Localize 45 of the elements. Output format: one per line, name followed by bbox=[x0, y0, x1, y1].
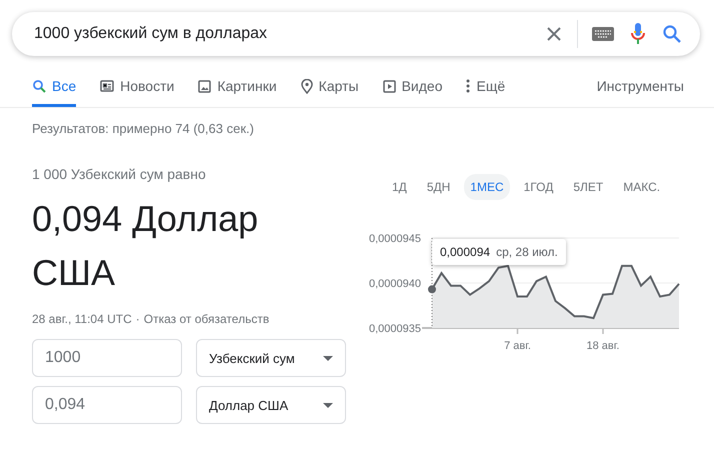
conversion-caption: 1 000 Узбекский сум равно bbox=[32, 166, 207, 182]
range-tab[interactable]: 5ЛЕТ bbox=[567, 174, 610, 200]
range-tab[interactable]: 1Д bbox=[386, 174, 413, 200]
x-tick: 18 авг. bbox=[586, 328, 620, 352]
tab[interactable]: Видео bbox=[382, 78, 442, 107]
range-tab[interactable]: 1ГОД bbox=[518, 174, 560, 200]
x-tick-label: 18 авг. bbox=[586, 340, 620, 352]
y-tick-label: 0,0000945 bbox=[369, 233, 421, 245]
disclaimer-link[interactable]: Отказ от обязательств bbox=[144, 312, 270, 326]
amount-field[interactable]: 0,094 bbox=[32, 386, 182, 424]
search-field[interactable]: 1000 узбекский сум в долларах bbox=[34, 25, 529, 43]
caret-icon bbox=[323, 402, 333, 408]
tooltip-date: ср, 28 июл. bbox=[496, 245, 558, 259]
range-tab[interactable]: 1МЕС bbox=[464, 174, 510, 200]
tab[interactable]: Новости bbox=[100, 78, 174, 107]
separator: · bbox=[136, 312, 140, 326]
amount-field[interactable]: 1000 bbox=[32, 339, 182, 377]
image-icon bbox=[198, 80, 212, 92]
hover-point bbox=[428, 285, 436, 294]
search-icon[interactable] bbox=[662, 24, 682, 44]
more-icon bbox=[466, 79, 470, 93]
x-tick-label: 7 авг. bbox=[504, 340, 531, 352]
results-count: Результатов: примерно 74 (0,63 сек.) bbox=[32, 121, 255, 136]
conversion-result: 0,094 Доллар США bbox=[32, 197, 260, 295]
timestamp: 28 авг., 11:04 UTC bbox=[32, 312, 132, 326]
tooltip-value: 0,000094 bbox=[440, 245, 490, 259]
tab[interactable]: Ещё bbox=[466, 78, 506, 107]
tab[interactable]: Картинки bbox=[198, 78, 277, 107]
microphone-icon[interactable] bbox=[630, 22, 646, 46]
range-tab[interactable]: МАКС. bbox=[617, 174, 666, 200]
currency-dropdown[interactable]: Узбекский сум bbox=[196, 339, 346, 377]
tools-link[interactable]: Инструменты bbox=[596, 78, 684, 107]
newspaper-icon bbox=[100, 80, 114, 92]
play-icon bbox=[382, 80, 396, 92]
tab[interactable]: Карты bbox=[300, 78, 359, 107]
search-icon bbox=[32, 79, 46, 93]
keyboard-icon[interactable] bbox=[592, 27, 614, 41]
currency-dropdown[interactable]: Доллар США bbox=[196, 386, 346, 424]
x-tick: 7 авг. bbox=[504, 328, 531, 352]
close-icon[interactable] bbox=[545, 25, 563, 43]
caret-icon bbox=[323, 356, 333, 360]
map-pin-icon bbox=[300, 78, 313, 94]
y-tick-label: 0,0000940 bbox=[369, 278, 421, 290]
y-tick-label: 0,0000935 bbox=[369, 323, 421, 335]
range-tab[interactable]: 5ДН bbox=[420, 174, 456, 200]
